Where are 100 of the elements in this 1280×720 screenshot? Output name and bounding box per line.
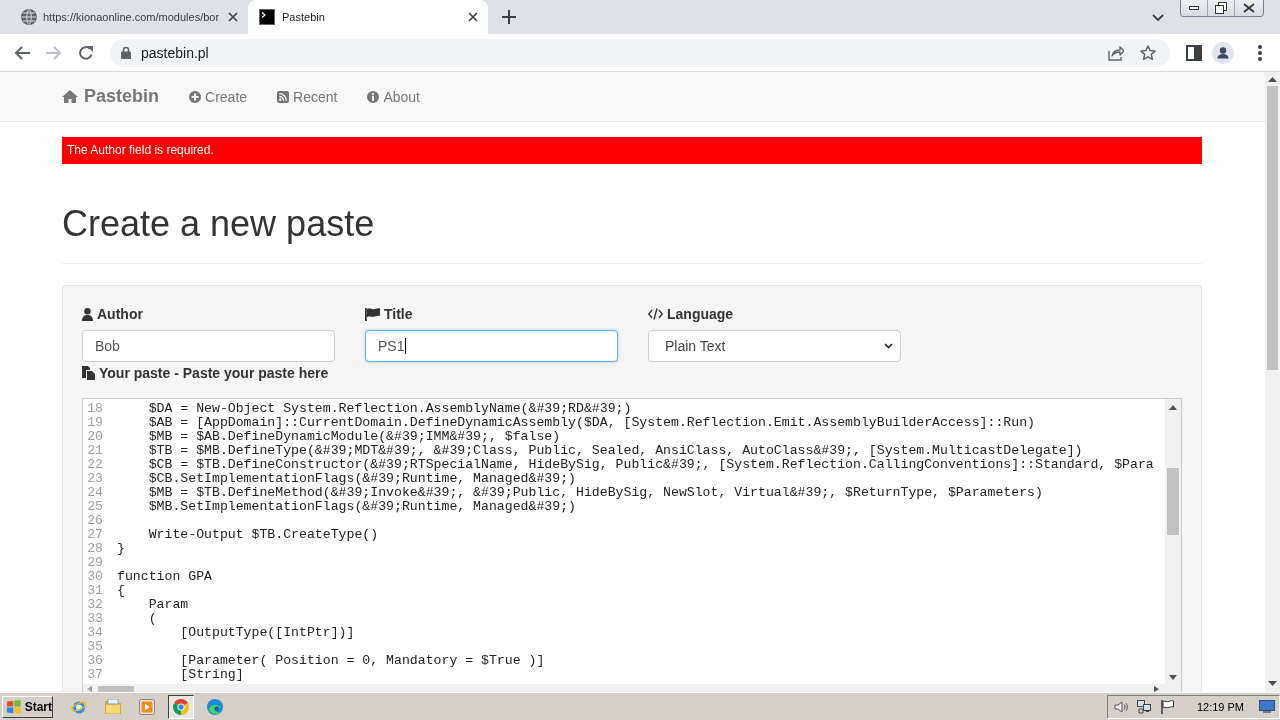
code-line: Write-Output $TB.CreateType() xyxy=(148,528,379,542)
start-logo-icon xyxy=(6,699,22,714)
line-number: 28 xyxy=(86,542,103,556)
code-line: [Parameter( Position = 0, Mandatory = $True )] xyxy=(180,654,545,668)
reload-icon[interactable] xyxy=(78,44,94,61)
restore-button[interactable] xyxy=(1207,0,1234,16)
vertical-scrollbar[interactable] xyxy=(1165,399,1181,684)
close-button[interactable] xyxy=(1234,0,1263,16)
code-line: $CB.SetImplementationFlags(&#39;Runtime, Managed&#39;) xyxy=(148,472,576,486)
side-panel-icon[interactable] xyxy=(1186,44,1202,61)
line-number: 29 xyxy=(86,556,103,570)
scrollbar-thumb[interactable] xyxy=(1167,468,1179,535)
minimize-button[interactable] xyxy=(1181,0,1207,16)
plus-circle-icon xyxy=(189,90,202,103)
scroll-down-icon[interactable] xyxy=(1268,681,1277,686)
taskbar-button[interactable] xyxy=(168,694,194,719)
code-line: $TB = $MB.DefineType(&#39;MDT&#39;, &#39;Class, Public, Sealed, AnsiClass, AutoClass&#39;, [System.MulticastDelegate]) xyxy=(148,444,1083,458)
show-desktop-icon[interactable] xyxy=(1259,700,1275,713)
line-number: 36 xyxy=(86,654,103,668)
close-icon[interactable] xyxy=(228,12,238,22)
orbit-circle-icon xyxy=(71,698,87,715)
code-line: $MB = $AB.DefineDynamicModule(&#39;IMM&#39;, $false) xyxy=(148,430,561,444)
line-number: 22 xyxy=(86,458,103,472)
chevron-down-icon xyxy=(884,343,893,349)
line-number: 23 xyxy=(86,472,103,486)
page-scrollbar[interactable] xyxy=(1265,72,1280,692)
line-number: 24 xyxy=(86,486,103,500)
menu-icon[interactable] xyxy=(1258,44,1262,61)
line-number: 26 xyxy=(86,514,103,528)
line-number: 31 xyxy=(86,584,103,598)
nav-link[interactable]: Create xyxy=(189,88,248,105)
line-number: 34 xyxy=(86,626,103,640)
line-number: 35 xyxy=(86,640,103,654)
field-label: Author xyxy=(97,306,143,322)
input-field[interactable]: PS1 xyxy=(365,330,618,362)
input-field[interactable]: Bob xyxy=(82,330,335,362)
code-line: $CB = $TB.DefineConstructor(&#39;RTSpecialName, HideBySig, Public&#39;, [System.Reflection.CallingConventions]::Standard, $Para xyxy=(148,458,1154,472)
code-line: $DA = New-Object System.Reflection.AssemblyName(&#39;RD&#39;) xyxy=(148,402,632,416)
code-line: } xyxy=(117,542,125,556)
address-bar[interactable]: pastebin.pl xyxy=(110,38,1170,67)
scrollbar-thumb[interactable] xyxy=(1267,86,1278,370)
lock-icon xyxy=(121,46,131,59)
speaker-icon[interactable] xyxy=(1113,699,1128,714)
code-line: ( xyxy=(148,612,157,626)
paste-icon xyxy=(82,366,95,380)
plus-icon[interactable] xyxy=(502,10,516,24)
brand-link[interactable]: Pastebin xyxy=(62,86,160,107)
star-icon[interactable] xyxy=(1140,44,1156,61)
scroll-up-icon[interactable] xyxy=(1268,77,1277,82)
field-label: Your paste - Paste your paste here xyxy=(99,365,329,381)
line-number: 37 xyxy=(86,668,103,682)
chevron-down-icon[interactable] xyxy=(1152,13,1164,21)
scrollbar-thumb[interactable] xyxy=(98,686,134,692)
folder-icon xyxy=(105,699,121,714)
line-number: 20 xyxy=(86,430,103,444)
close-icon[interactable] xyxy=(468,12,478,22)
back-icon[interactable] xyxy=(14,44,30,61)
line-number: 21 xyxy=(86,444,103,458)
scroll-right-icon[interactable] xyxy=(1154,686,1159,692)
network-icon[interactable] xyxy=(1136,699,1152,714)
rss-icon xyxy=(277,90,290,103)
flag-icon xyxy=(365,307,380,321)
swirl-icon xyxy=(207,698,223,715)
line-number: 33 xyxy=(86,612,103,626)
line-number: 18 xyxy=(86,402,103,416)
code-line: { xyxy=(117,584,125,598)
terminal-icon xyxy=(259,9,275,25)
line-number: 27 xyxy=(86,528,103,542)
dropdown-select[interactable]: Plain Text xyxy=(648,330,901,362)
browser-tab[interactable]: Pastebin xyxy=(248,0,488,34)
segmented-circle-icon xyxy=(173,698,189,715)
code-line: [String] xyxy=(180,668,244,682)
play-icon xyxy=(139,698,155,715)
code-line: [OutputType([IntPtr])] xyxy=(180,626,355,640)
horizontal-scrollbar[interactable] xyxy=(83,684,1181,692)
scroll-down-icon[interactable] xyxy=(1169,675,1177,680)
page-heading: Create a new paste xyxy=(62,204,376,244)
nav-link[interactable]: Recent xyxy=(277,88,338,105)
code-line: Param xyxy=(148,598,189,612)
clock[interactable]: 12:19 PM xyxy=(1196,700,1244,713)
browser-tab[interactable]: https://kionaonline.com/modules/bor xyxy=(8,0,248,34)
error-alert: The Author field is required. xyxy=(62,137,1202,164)
code-line: function GPA xyxy=(117,570,212,584)
code-icon xyxy=(648,308,663,320)
start-button[interactable]: Start xyxy=(2,695,53,718)
field-label: Title xyxy=(384,306,413,322)
scroll-up-icon[interactable] xyxy=(1169,405,1177,410)
code-line: $AB = [AppDomain]::CurrentDomain.DefineDynamicAssembly($DA, [System.Reflection.Emit.AssemblyBuilderAccess]::Run) xyxy=(148,416,1035,430)
flag-icon[interactable] xyxy=(1160,699,1174,714)
close-icon xyxy=(1243,3,1255,13)
code-editor[interactable] xyxy=(82,398,1182,692)
code-line: $MB.SetImplementationFlags(&#39;Runtime, Managed&#39;) xyxy=(148,500,576,514)
line-number: 25 xyxy=(86,500,103,514)
profile-avatar-icon[interactable] xyxy=(1212,41,1234,64)
share-icon[interactable] xyxy=(1108,44,1124,61)
minimize-icon xyxy=(1189,6,1199,10)
nav-link[interactable]: About xyxy=(367,88,420,105)
user-icon xyxy=(82,307,93,321)
restore-icon xyxy=(1215,2,1227,14)
line-number: 30 xyxy=(86,570,103,584)
